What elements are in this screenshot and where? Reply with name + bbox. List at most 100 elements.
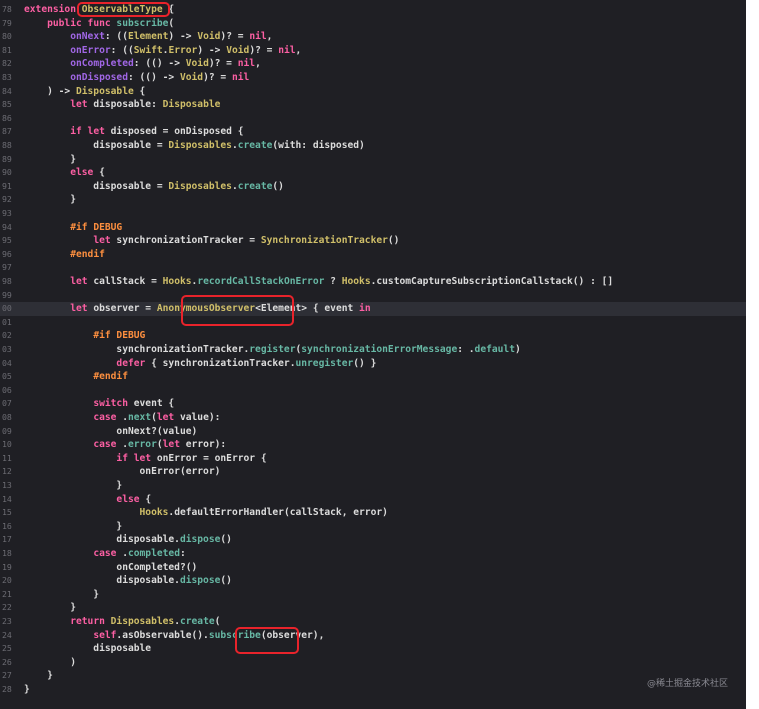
code-token: disposable. (24, 534, 180, 546)
code-line[interactable]: 25 disposable (0, 642, 746, 656)
line-number: 00 (2, 303, 12, 314)
code-token: ( (214, 616, 221, 627)
code-line[interactable]: 07 switch event { (0, 397, 746, 411)
code-line[interactable]: 98 let callStack = Hooks.recordCallStack… (0, 275, 746, 289)
code-line[interactable]: 28} (0, 683, 746, 697)
code-line[interactable]: 10 case .error(let error): (0, 438, 746, 452)
code-line[interactable]: 19 onCompleted?() (0, 561, 746, 575)
line-text: let synchronizationTracker = Synchroniza… (24, 234, 399, 248)
line-text: else { (24, 493, 151, 507)
code-line[interactable]: 94 #if DEBUG (0, 221, 746, 235)
code-line[interactable]: 85 let disposable: Disposable (0, 98, 746, 112)
code-line[interactable]: 02 #if DEBUG (0, 329, 746, 343)
code-editor[interactable]: 78 extension ObservableType {79 public fu… (0, 0, 746, 709)
code-line[interactable]: 84 ) -> Disposable { (0, 85, 746, 99)
line-number: 83 (2, 72, 12, 82)
code-line[interactable]: 96 #endif (0, 248, 746, 262)
code-line[interactable]: 89 } (0, 153, 746, 167)
line-text: case .error(let error): (24, 438, 226, 452)
code-token: )? = (220, 31, 250, 43)
code-line[interactable]: 88 disposable = Disposables.create(with:… (0, 139, 746, 153)
code-token: } (24, 588, 100, 600)
code-line[interactable]: 18 case .completed: (0, 547, 746, 561)
code-line[interactable]: 09 onNext?(value) (0, 425, 746, 439)
code-token: case (93, 548, 123, 559)
line-number: 06 (2, 384, 12, 395)
code-token: SynchronizationTracker (260, 235, 388, 247)
code-token: dispose (179, 575, 221, 587)
code-line[interactable]: 97 (0, 261, 746, 275)
code-line[interactable]: 03 synchronizationTracker.register(synch… (0, 343, 746, 357)
line-number: 23 (2, 616, 12, 626)
line-text: switch event { (24, 397, 174, 411)
code-line[interactable]: 00 let observer = AnonymousObserver<Elem… (0, 302, 746, 316)
code-line[interactable]: 05 #endif (0, 370, 746, 384)
code-token: case (93, 412, 123, 423)
line-text: onError: ((Swift.Error) -> Void)? = nil, (24, 44, 301, 58)
code-token: { synchronizationTracker. (151, 357, 296, 369)
line-text: } (24, 193, 76, 207)
code-line[interactable]: 17 disposable.dispose() (0, 533, 746, 547)
code-line[interactable]: 91 disposable = Disposables.create() (0, 180, 746, 194)
code-line[interactable]: 11 if let onError = onError { (0, 452, 746, 466)
code-token: callStack = (93, 276, 163, 287)
code-line[interactable]: 23 return Disposables.create( (0, 615, 746, 629)
code-token: ? (324, 276, 342, 287)
code-token: let (156, 412, 180, 423)
line-text: if let onError = onError { (24, 452, 266, 466)
code-line[interactable]: 90 else { (0, 166, 746, 180)
line-text: onDisposed: (() -> Void)? = nil (24, 71, 249, 85)
code-line[interactable]: 81 onError: ((Swift.Error) -> Void)? = n… (0, 44, 746, 58)
line-text: #endif (24, 370, 128, 384)
line-text: onNext?(value) (24, 425, 197, 439)
watermark: @稀土掘金技术社区 (646, 679, 728, 689)
code-token: ) -> (24, 85, 76, 97)
code-line[interactable]: 24 self.asObservable().subscribe(observe… (0, 629, 746, 643)
code-line[interactable]: 01 (0, 316, 746, 330)
line-text: disposable = Disposables.create(with: di… (24, 139, 365, 153)
code-line[interactable]: 93 (0, 207, 746, 221)
line-number: 24 (2, 629, 12, 640)
code-line[interactable]: 99 (0, 289, 746, 303)
code-line[interactable]: 86 (0, 112, 746, 126)
code-token: if let (70, 126, 111, 138)
code-line[interactable]: 14 else { (0, 493, 746, 507)
line-number: 88 (2, 140, 12, 150)
code-line[interactable]: 04 defer { synchronizationTracker.unregi… (0, 357, 746, 371)
code-line[interactable]: 82 onCompleted: (() -> Void)? = nil, (0, 57, 746, 71)
code-line[interactable]: 13 } (0, 479, 746, 493)
code-line[interactable]: 79 public func subscribe( (0, 17, 746, 31)
code-line[interactable]: 26 ) (0, 656, 746, 670)
code-line[interactable]: 16 } (0, 520, 746, 534)
code-line[interactable]: 78 extension ObservableType { (0, 3, 746, 17)
code-line[interactable]: 27 } (0, 669, 746, 683)
line-number: 82 (2, 58, 12, 69)
code-line[interactable]: 22 } (0, 601, 746, 615)
code-line[interactable]: 21 } (0, 588, 746, 602)
code-line[interactable]: 20 disposable.dispose() (0, 574, 746, 588)
code-token: Error (168, 44, 198, 56)
code-line[interactable]: 92 } (0, 193, 746, 207)
code-line[interactable]: 87 if let disposed = onDisposed { (0, 125, 746, 139)
code-token: Void (226, 44, 250, 56)
code-line[interactable]: 08 case .next(let value): (0, 411, 746, 425)
code-token: else (70, 167, 100, 179)
code-token: Swift (133, 44, 163, 56)
code-line[interactable]: 06 (0, 384, 746, 398)
code-token: error): (185, 439, 227, 451)
code-token: Disposables (168, 140, 232, 151)
code-line[interactable]: 80 onNext: ((Element) -> Void)? = nil, (0, 30, 746, 44)
code-line[interactable]: 83 onDisposed: (() -> Void)? = nil (0, 71, 746, 85)
line-text: self.asObservable().subscribe(observer), (24, 629, 324, 643)
line-number: 15 (2, 507, 12, 518)
code-token: onCompleted?() (24, 561, 198, 573)
code-token: Hooks (162, 276, 192, 287)
line-text: onError(error) (24, 465, 221, 479)
code-line[interactable]: 15 Hooks.defaultErrorHandler(callStack, … (0, 506, 746, 520)
code-token: disposable. (24, 575, 180, 587)
line-number: 02 (2, 330, 12, 341)
code-line[interactable]: 95 let synchronizationTracker = Synchron… (0, 234, 746, 248)
code-line[interactable]: 12 onError(error) (0, 465, 746, 479)
